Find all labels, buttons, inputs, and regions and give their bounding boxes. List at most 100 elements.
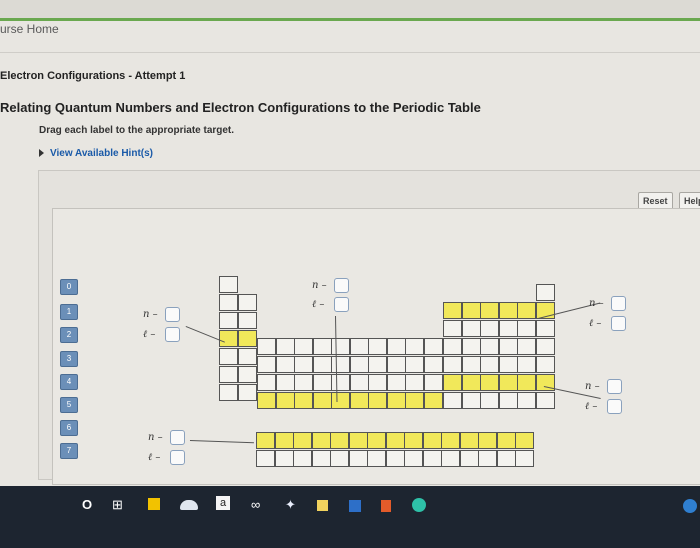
element-cell (367, 432, 386, 449)
period-chip[interactable]: 1 (60, 304, 78, 320)
element-cell (535, 356, 555, 373)
element-cell (423, 392, 443, 409)
dropbox-icon[interactable]: ✦ (285, 497, 296, 513)
element-cell (515, 450, 534, 467)
element-cell (219, 330, 238, 347)
element-cell (311, 432, 331, 449)
element-cell (535, 338, 555, 355)
element-cell (517, 320, 536, 337)
element-cell (423, 338, 443, 355)
cloud-icon[interactable] (180, 500, 198, 510)
instruction-text: Drag each label to the appropriate targe… (39, 125, 235, 136)
element-cell (443, 320, 462, 337)
element-cell (331, 374, 350, 391)
element-cell (517, 302, 536, 319)
element-cell (461, 338, 481, 355)
element-cell (423, 374, 443, 391)
assignment-title[interactable]: Electron Configurations - Attempt 1 (0, 70, 185, 82)
task-view-icon[interactable]: ⊞ (112, 497, 123, 513)
period-chip[interactable]: 4 (60, 374, 78, 390)
search-icon[interactable]: O (82, 497, 92, 512)
drop-target[interactable] (165, 307, 180, 322)
office-icon[interactable] (381, 500, 391, 512)
drop-target[interactable] (170, 430, 185, 445)
drop-target[interactable] (334, 278, 349, 293)
element-cell (517, 338, 536, 355)
element-cell (405, 374, 424, 391)
element-cell (257, 374, 276, 391)
view-hints-link[interactable]: View Available Hint(s) (39, 148, 153, 159)
element-cell (443, 374, 462, 391)
element-cell (498, 302, 518, 319)
element-cell (480, 338, 499, 355)
period-chip[interactable]: 0 (60, 279, 78, 295)
element-cell (257, 356, 276, 373)
breadcrumb[interactable]: urse Home (0, 22, 59, 36)
element-cell (219, 366, 238, 383)
element-cell (349, 356, 369, 373)
page-title: Relating Quantum Numbers and Electron Co… (0, 100, 481, 115)
element-cell (237, 384, 257, 401)
period-chip[interactable]: 7 (60, 443, 78, 459)
period-chip[interactable]: 6 (60, 420, 78, 436)
element-cell (219, 312, 238, 329)
file-icon[interactable] (148, 498, 160, 510)
element-cell (498, 392, 518, 409)
drop-target[interactable] (170, 450, 185, 465)
element-cell (219, 384, 238, 401)
element-cell (498, 356, 518, 373)
element-cell (294, 392, 313, 409)
hint-label: View Available Hint(s) (50, 148, 153, 159)
drop-target[interactable] (607, 379, 622, 394)
l-label: ℓ – (589, 318, 602, 329)
element-cell (480, 320, 499, 337)
drop-target[interactable] (165, 327, 180, 342)
element-cell (517, 374, 536, 391)
element-cell (480, 356, 499, 373)
amazon-icon[interactable]: a (216, 496, 230, 510)
element-cell (368, 374, 387, 391)
n-label: n – (148, 432, 163, 443)
element-cell (331, 338, 350, 355)
edge-icon[interactable] (412, 498, 426, 512)
element-cell (443, 302, 462, 319)
period-chip[interactable]: 2 (60, 327, 78, 343)
element-cell (404, 432, 423, 449)
element-cell (275, 374, 295, 391)
element-cell (443, 356, 462, 373)
taskbar (0, 486, 700, 548)
period-chip[interactable]: 5 (60, 397, 78, 413)
drop-target[interactable] (611, 296, 626, 311)
element-cell (422, 450, 442, 467)
element-cell (294, 338, 313, 355)
element-cell (293, 450, 312, 467)
drop-target[interactable] (607, 399, 622, 414)
element-cell (517, 392, 536, 409)
period-chip[interactable]: 3 (60, 351, 78, 367)
element-cell (257, 392, 276, 409)
element-cell (274, 432, 294, 449)
element-cell (385, 432, 405, 449)
drop-target[interactable] (334, 297, 349, 312)
element-cell (385, 450, 405, 467)
element-cell (498, 338, 518, 355)
store-icon[interactable] (317, 500, 328, 511)
calendar-icon[interactable] (349, 500, 361, 512)
element-cell (496, 432, 516, 449)
n-label: n – (589, 298, 604, 309)
element-cell (349, 392, 369, 409)
element-cell (237, 294, 257, 311)
element-cell (517, 356, 536, 373)
element-cell (293, 432, 312, 449)
element-cell (237, 348, 257, 365)
element-cell (349, 374, 369, 391)
element-cell (461, 320, 481, 337)
element-cell (368, 356, 387, 373)
element-cell (274, 450, 294, 467)
infinity-icon[interactable]: ∞ (251, 497, 260, 512)
help-circle-icon[interactable] (683, 499, 697, 513)
drop-target[interactable] (611, 316, 626, 331)
element-cell (237, 366, 257, 383)
l-label: ℓ – (148, 452, 161, 463)
element-cell (461, 356, 481, 373)
